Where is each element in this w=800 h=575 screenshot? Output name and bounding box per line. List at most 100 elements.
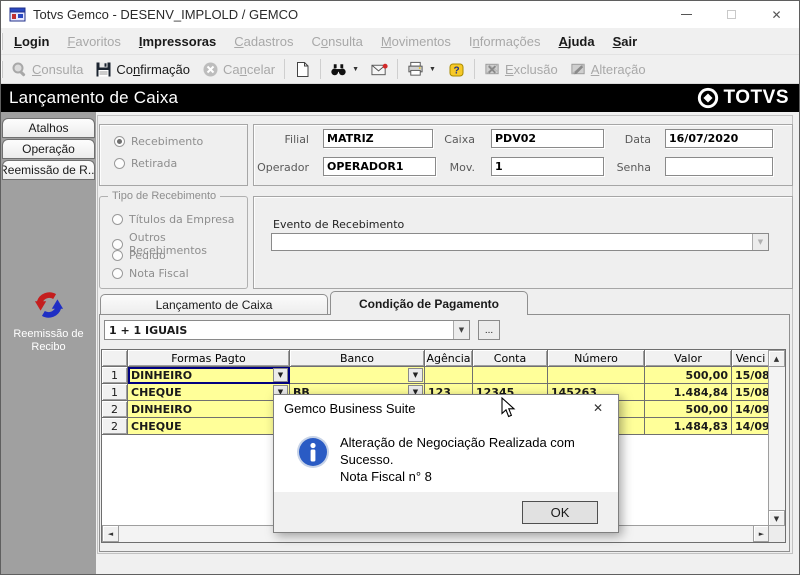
radio-label: Recebimento bbox=[131, 135, 204, 148]
dialog-title-bar: Gemco Business Suite ✕ bbox=[274, 395, 618, 421]
menu-item-login[interactable]: Login bbox=[5, 34, 58, 49]
radio-dot bbox=[112, 250, 123, 261]
grid-header-conta[interactable]: Conta bbox=[473, 350, 548, 367]
menu-item-informacoes[interactable]: Informações bbox=[460, 34, 550, 49]
totvs-logo-text: TOTVS bbox=[723, 87, 789, 108]
menu-item-favoritos[interactable]: Favoritos bbox=[58, 34, 129, 49]
menu-item-impressoras[interactable]: Impressoras bbox=[130, 34, 225, 49]
grid-header-numero[interactable]: Número bbox=[548, 350, 645, 367]
sidebar-tab-operacao[interactable]: Operação bbox=[2, 139, 95, 159]
condicao-pagamento-combobox[interactable]: 1 + 1 IGUAIS ▼ bbox=[104, 320, 470, 340]
cell-numero[interactable] bbox=[548, 367, 645, 384]
scroll-left-icon[interactable]: ◄ bbox=[102, 525, 119, 542]
minimize-icon[interactable] bbox=[664, 1, 709, 28]
toolbar-button-label: Confirmação bbox=[116, 61, 191, 77]
sidebar-shortcut-label[interactable]: Reemissão de Recibo bbox=[5, 328, 92, 354]
menu-bar: Login Favoritos Impressoras Cadastros Consul… bbox=[1, 28, 799, 55]
chevron-down-icon[interactable]: ▼ bbox=[429, 66, 436, 73]
cell-valor[interactable]: 500,00 bbox=[645, 401, 732, 418]
reemissao-recibo-icon[interactable] bbox=[34, 290, 64, 320]
radio-label: Nota Fiscal bbox=[129, 267, 189, 280]
more-options-button[interactable]: ... bbox=[478, 320, 500, 340]
toolbar-button-new-document[interactable] bbox=[288, 59, 317, 80]
toolbar-button-confirmacao[interactable]: Confirmação bbox=[89, 59, 196, 80]
caixa-input[interactable]: PDV02 bbox=[491, 129, 604, 148]
toolbar-button-exclusao[interactable]: Exclusão bbox=[478, 59, 564, 80]
grid-header-rownum[interactable] bbox=[102, 350, 128, 367]
chevron-down-icon[interactable]: ▼ bbox=[273, 368, 288, 382]
operador-label: Operador bbox=[257, 161, 309, 174]
toolbar-items: Consulta Confirmação Cancelar ▼ ▼? Exclusão Al… bbox=[5, 59, 652, 80]
cell-forma[interactable]: CHEQUE ▼ bbox=[128, 384, 290, 401]
grid-vertical-scrollbar[interactable]: ▲ ▼ bbox=[768, 350, 785, 527]
dialog-close-icon[interactable]: ✕ bbox=[578, 395, 618, 421]
cell-forma[interactable]: DINHEIRO bbox=[128, 401, 290, 418]
maximize-icon[interactable] bbox=[709, 1, 754, 28]
grid-header-agencia[interactable]: Agência bbox=[425, 350, 473, 367]
cell-banco[interactable]: ▼ bbox=[290, 367, 425, 384]
chevron-down-icon[interactable]: ▼ bbox=[352, 66, 359, 73]
cell-venc[interactable]: 15/08/2 bbox=[732, 367, 770, 384]
cell-forma[interactable]: DINHEIRO ▼ bbox=[128, 367, 290, 384]
toolbar-button-alteracao[interactable]: Alteração bbox=[564, 59, 652, 80]
tab-condicao-pagamento[interactable]: Condição de Pagamento bbox=[330, 291, 528, 315]
cell-valor[interactable]: 500,00 bbox=[645, 367, 732, 384]
sidebar-tab-reemissao[interactable]: Reemissão de R... bbox=[2, 160, 95, 180]
filial-input[interactable]: MATRIZ bbox=[323, 129, 433, 148]
radio-titulos-da-empresa[interactable]: Títulos da Empresa bbox=[112, 213, 234, 226]
data-input[interactable]: 16/07/2020 bbox=[665, 129, 773, 148]
cell-venc[interactable]: 14/09/2 bbox=[732, 418, 770, 435]
menu-item-consulta[interactable]: Consulta bbox=[302, 34, 371, 49]
mov-input[interactable]: 1 bbox=[491, 157, 604, 176]
toolbar: Consulta Confirmação Cancelar ▼ ▼? Exclusão Al… bbox=[1, 55, 799, 84]
radio-nota-fiscal[interactable]: Nota Fiscal bbox=[112, 267, 189, 280]
toolbar-separator bbox=[473, 59, 475, 79]
cell-venc[interactable]: 15/08/2 bbox=[732, 384, 770, 401]
radio-label: Títulos da Empresa bbox=[129, 213, 235, 226]
cell-forma[interactable]: CHEQUE bbox=[128, 418, 290, 435]
data-label: Data bbox=[624, 133, 651, 146]
toolbar-button-label: Consulta bbox=[32, 61, 84, 77]
cancel-icon bbox=[202, 61, 219, 78]
ok-button[interactable]: OK bbox=[522, 501, 598, 524]
radio-label: Retirada bbox=[131, 157, 178, 170]
grid-header-formas-pagto[interactable]: Formas Pagto bbox=[128, 350, 290, 367]
close-icon[interactable]: ✕ bbox=[754, 1, 799, 28]
menu-item-ajuda[interactable]: Ajuda bbox=[549, 34, 603, 49]
sidebar-tab-atalhos[interactable]: Atalhos bbox=[2, 118, 95, 138]
filial-label: Filial bbox=[284, 133, 310, 146]
chevron-down-icon[interactable]: ▼ bbox=[752, 234, 768, 250]
menu-item-sair[interactable]: Sair bbox=[604, 34, 647, 49]
menu-item-cadastros[interactable]: Cadastros bbox=[225, 34, 302, 49]
radio-pedido[interactable]: Pedido bbox=[112, 249, 166, 262]
cell-agencia[interactable] bbox=[425, 367, 473, 384]
edit-icon bbox=[570, 61, 587, 78]
menu-item-movimentos[interactable]: Movimentos bbox=[372, 34, 460, 49]
scroll-up-icon[interactable]: ▲ bbox=[768, 350, 785, 367]
cell-conta[interactable] bbox=[473, 367, 548, 384]
toolbar-button-cancelar[interactable]: Cancelar bbox=[196, 59, 281, 80]
cell-valor[interactable]: 1.484,84 bbox=[645, 384, 732, 401]
chevron-down-icon[interactable]: ▼ bbox=[408, 368, 423, 382]
new-document-icon bbox=[294, 61, 311, 78]
radio-retirada[interactable]: Retirada bbox=[114, 157, 177, 170]
cell-valor[interactable]: 1.484,83 bbox=[645, 418, 732, 435]
tab-lancamento-caixa[interactable]: Lançamento de Caixa bbox=[100, 294, 328, 314]
toolbar-button-binoculars[interactable]: ▼ bbox=[324, 59, 365, 80]
senha-input[interactable] bbox=[665, 157, 773, 176]
toolbar-button-mail[interactable] bbox=[365, 59, 394, 80]
grid-header-venci[interactable]: Venci bbox=[732, 350, 770, 367]
grid-header-valor[interactable]: Valor bbox=[645, 350, 732, 367]
grid-header-banco[interactable]: Banco bbox=[290, 350, 425, 367]
evento-recebimento-label: Evento de Recebimento bbox=[273, 218, 405, 231]
chevron-down-icon[interactable]: ▼ bbox=[453, 321, 469, 339]
operador-input[interactable]: OPERADOR1 bbox=[323, 157, 436, 176]
cell-venc[interactable]: 14/09/2 bbox=[732, 401, 770, 418]
delete-icon bbox=[484, 61, 501, 78]
evento-recebimento-combobox[interactable]: ▼ bbox=[271, 233, 769, 251]
toolbar-button-help[interactable]: ? bbox=[442, 59, 471, 80]
toolbar-button-printer[interactable]: ▼ bbox=[401, 59, 442, 80]
radio-recebimento[interactable]: Recebimento bbox=[114, 135, 203, 148]
toolbar-button-consulta[interactable]: Consulta bbox=[5, 59, 89, 80]
radio-label: Pedido bbox=[129, 249, 166, 262]
